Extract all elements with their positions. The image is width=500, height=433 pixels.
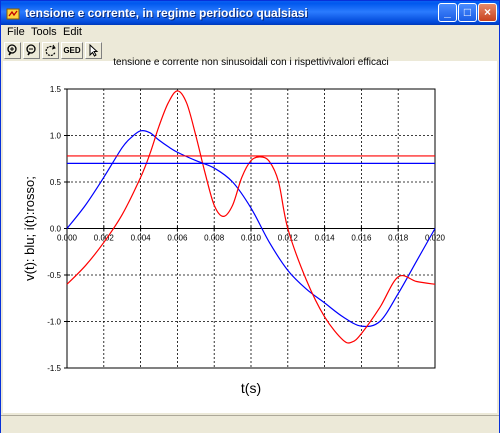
x-tick-label: 0.006 xyxy=(167,234,188,243)
y-tick-label: 1.5 xyxy=(50,85,62,94)
y-tick-label: -1.5 xyxy=(47,364,61,373)
y-tick-label: -1.0 xyxy=(47,318,61,327)
y-axis-label: v(t): blu; i(t):rosso; xyxy=(22,176,37,281)
y-tick-label: 0.5 xyxy=(50,178,62,187)
x-tick-label: 0.000 xyxy=(57,234,78,243)
x-tick-label: 0.012 xyxy=(278,234,299,243)
x-tick-label: 0.014 xyxy=(315,234,336,243)
x-tick-label: 0.010 xyxy=(241,234,262,243)
chart: 0.000 0.002 0.004 0.006 0.008 0.010 0.012 0.014… xyxy=(22,85,446,396)
x-tick-label: 0.004 xyxy=(131,234,152,243)
y-tick-label: 1.0 xyxy=(50,132,62,141)
x-tick-label: 0.008 xyxy=(204,234,225,243)
x-tick-label: 0.016 xyxy=(351,234,372,243)
x-axis-label: t(s) xyxy=(241,380,261,396)
y-tick-label: -0.5 xyxy=(47,271,61,280)
status-bar xyxy=(1,415,499,433)
window: tensione e corrente, in regime periodico… xyxy=(0,0,500,433)
y-tick-label: 0.0 xyxy=(50,225,62,234)
x-tick-label: 0.018 xyxy=(388,234,409,243)
